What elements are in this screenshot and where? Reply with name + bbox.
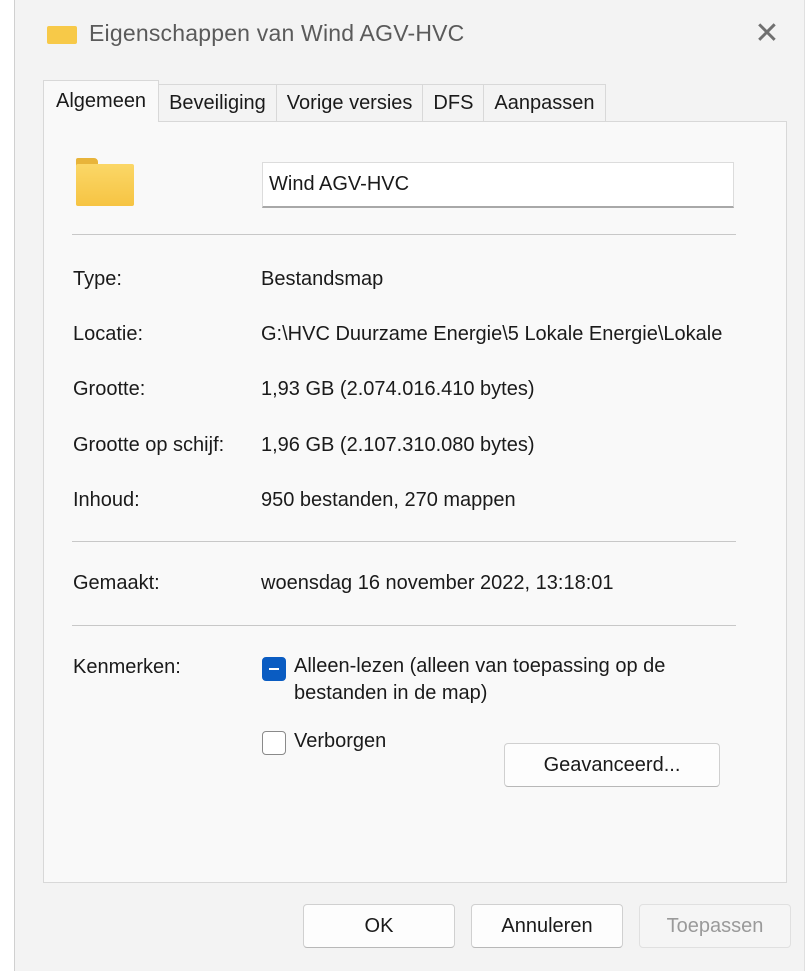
folder-large-icon <box>76 158 134 206</box>
attributes-label: Kenmerken: <box>73 656 181 678</box>
tab-aanpassen[interactable]: Aanpassen <box>483 84 606 122</box>
divider <box>72 234 736 235</box>
apply-button[interactable]: Toepassen <box>639 904 791 948</box>
hidden-checkbox[interactable] <box>262 731 286 755</box>
contents-value: 950 bestanden, 270 mappen <box>261 489 516 511</box>
divider <box>72 625 736 626</box>
type-value: Bestandsmap <box>261 268 384 290</box>
properties-dialog: Eigenschappen van Wind AGV-HVC ✕ Algemee… <box>14 0 805 971</box>
hidden-label[interactable]: Verborgen <box>294 728 386 755</box>
created-label: Gemaakt: <box>73 572 160 594</box>
size-on-disk-label: Grootte op schijf: <box>73 434 225 456</box>
size-on-disk-value: 1,96 GB (2.107.310.080 bytes) <box>261 434 535 456</box>
folder-name-input[interactable] <box>262 162 734 208</box>
folder-icon <box>47 26 77 44</box>
size-value: 1,93 GB (2.074.016.410 bytes) <box>261 378 535 400</box>
ok-button[interactable]: OK <box>303 904 455 948</box>
location-value[interactable]: G:\HVC Duurzame Energie\5 Lokale Energie… <box>261 323 735 346</box>
tab-vorige-versies[interactable]: Vorige versies <box>275 84 424 122</box>
readonly-label[interactable]: Alleen-lezen (alleen van toepassing op d… <box>294 653 724 707</box>
window-title: Eigenschappen van Wind AGV-HVC <box>89 20 465 46</box>
tab-beveiliging[interactable]: Beveiliging <box>158 84 277 122</box>
created-value: woensdag 16 november 2022, 13:18:01 <box>261 572 614 594</box>
tab-bar: Algemeen Beveiliging Vorige versies DFS … <box>43 80 606 122</box>
advanced-button[interactable]: Geavanceerd... <box>504 743 720 787</box>
general-panel: Type: Bestandsmap Locatie: G:\HVC Duurza… <box>43 121 787 883</box>
size-label: Grootte: <box>73 378 146 400</box>
cancel-button[interactable]: Annuleren <box>471 904 623 948</box>
tab-dfs[interactable]: DFS <box>422 84 485 122</box>
title-bar[interactable]: Eigenschappen van Wind AGV-HVC ✕ <box>15 0 804 70</box>
type-label: Type: <box>73 268 122 290</box>
readonly-checkbox[interactable] <box>262 657 286 681</box>
close-icon[interactable]: ✕ <box>750 16 784 51</box>
contents-label: Inhoud: <box>73 489 140 511</box>
tab-algemeen[interactable]: Algemeen <box>43 80 160 122</box>
location-label: Locatie: <box>73 323 144 345</box>
divider <box>72 541 736 542</box>
